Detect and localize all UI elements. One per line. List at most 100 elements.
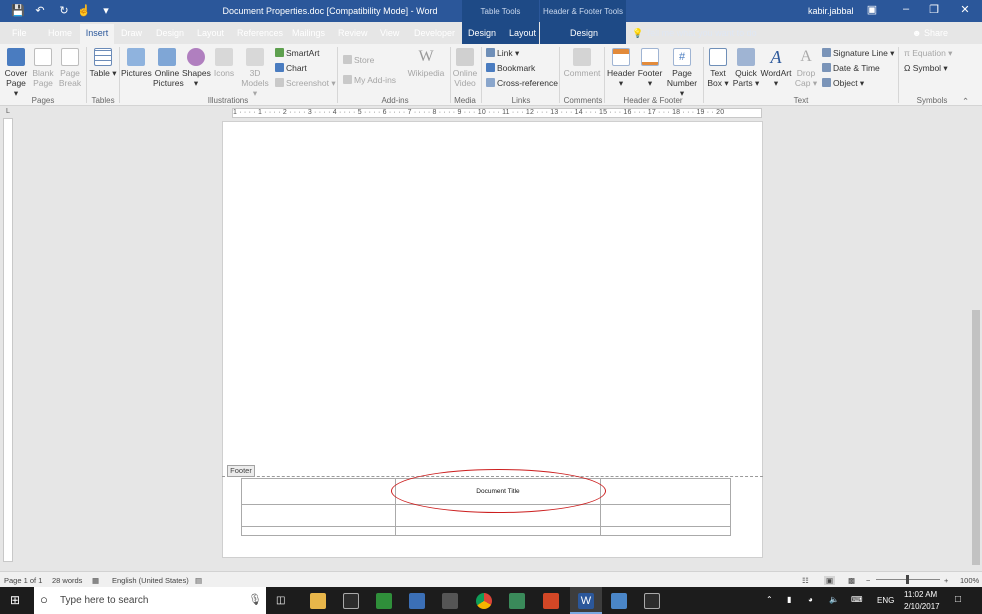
symbol-button[interactable]: Ω Symbol ▾ — [904, 63, 948, 74]
bookmark-button[interactable]: Bookmark — [486, 63, 535, 73]
ribbon-display-options-icon[interactable]: ▣ — [862, 3, 882, 16]
microphone-icon[interactable]: 🎙 — [248, 593, 262, 606]
tab-review[interactable]: Review — [338, 28, 368, 38]
vertical-ruler[interactable] — [3, 118, 13, 562]
notepad-plus-icon[interactable] — [376, 593, 392, 609]
horizontal-ruler[interactable]: 1 · · · · 1 · · · · 2 · · · · 3 · · · · … — [232, 108, 762, 118]
tab-layout[interactable]: Layout — [197, 28, 224, 38]
tab-references[interactable]: References — [237, 28, 283, 38]
scrollbar-thumb[interactable] — [972, 310, 980, 565]
drop-cap-button[interactable]: A Drop Cap ▾ — [793, 48, 819, 88]
tab-home[interactable]: Home — [48, 28, 72, 38]
zoom-in-icon[interactable]: + — [944, 576, 948, 585]
text-box-button[interactable]: Text Box ▾ — [705, 48, 731, 88]
smartart-button[interactable]: SmartArt — [275, 48, 320, 58]
taskbar-search[interactable]: ○ Type here to search 🎙 — [34, 587, 266, 614]
chrome-icon[interactable] — [476, 593, 492, 609]
tab-view[interactable]: View — [380, 28, 399, 38]
macro-icon[interactable]: ▤ — [195, 576, 202, 585]
signature-line-button[interactable]: Signature Line ▾ — [822, 48, 894, 59]
comment-button[interactable]: Comment — [562, 48, 602, 78]
keyboard-icon[interactable]: ⌨ — [851, 595, 863, 604]
pictures-button[interactable]: Pictures — [121, 48, 152, 78]
touch-mode-icon[interactable]: ☝ — [76, 4, 92, 17]
store-button[interactable]: Store — [343, 55, 374, 65]
tab-developer[interactable]: Developer — [414, 28, 455, 38]
zoom-level[interactable]: 100% — [960, 576, 979, 585]
print-layout-icon[interactable]: ▣ — [824, 576, 836, 585]
page-count[interactable]: Page 1 of 1 — [4, 576, 42, 585]
tab-selector[interactable]: L — [3, 108, 13, 118]
my-addins-button[interactable]: My Add-ins — [343, 75, 396, 85]
table-cell[interactable] — [241, 525, 396, 537]
tab-table-design[interactable]: Design — [468, 28, 496, 38]
web-layout-icon[interactable]: ▩ — [848, 576, 855, 585]
tab-design[interactable]: Design — [156, 28, 184, 38]
battery-icon[interactable]: ▮ — [787, 595, 791, 604]
equation-button[interactable]: π Equation ▾ — [904, 48, 952, 59]
chart-button[interactable]: Chart — [275, 63, 307, 73]
page-number-button[interactable]: # Page Number ▾ — [664, 48, 700, 98]
table-cell[interactable] — [600, 504, 731, 527]
shapes-button[interactable]: Shapes ▾ — [182, 48, 211, 88]
tab-mailings[interactable]: Mailings — [292, 28, 325, 38]
tray-overflow-icon[interactable]: ⌃ — [766, 595, 773, 604]
footer-button[interactable]: Footer ▾ — [636, 48, 664, 88]
undo-icon[interactable]: ↶ — [32, 4, 48, 17]
redo-icon[interactable]: ↻ — [56, 4, 72, 17]
table-cell[interactable] — [394, 525, 602, 537]
language[interactable]: English (United States) — [112, 576, 189, 585]
blank-page-button[interactable]: Blank Page — [31, 48, 55, 88]
tell-me-search[interactable]: 💡 Tell me what you want to do — [632, 28, 757, 39]
minimize-icon[interactable]: – — [896, 3, 916, 15]
link-button[interactable]: Link ▾ — [486, 48, 519, 59]
network-app-icon[interactable] — [509, 593, 525, 609]
table-cell[interactable] — [241, 504, 396, 527]
close-icon[interactable]: ✕ — [955, 3, 975, 16]
file-explorer-icon[interactable] — [310, 593, 326, 609]
tab-table-layout[interactable]: Layout — [509, 28, 536, 38]
tab-draw[interactable]: Draw — [121, 28, 142, 38]
tab-file[interactable]: File — [12, 28, 27, 38]
collapse-ribbon-icon[interactable]: ⌃ — [962, 96, 969, 107]
wordart-button[interactable]: A WordArt ▾ — [760, 48, 792, 88]
icons-button[interactable]: Icons — [211, 48, 237, 78]
tab-hf-design[interactable]: Design — [570, 28, 598, 38]
clock-time[interactable]: 11:02 AM — [904, 590, 937, 599]
object-button[interactable]: Object ▾ — [822, 78, 864, 89]
table-button[interactable]: Table ▾ — [89, 48, 117, 78]
table-cell[interactable] — [600, 525, 731, 537]
command-prompt-icon[interactable] — [343, 593, 359, 609]
settings-gear-icon[interactable] — [409, 593, 425, 609]
tab-insert[interactable]: Insert — [80, 24, 114, 44]
powerpoint-icon[interactable] — [543, 593, 559, 609]
zoom-out-icon[interactable]: − — [866, 576, 870, 585]
gear-app-icon[interactable] — [442, 593, 458, 609]
online-video-button[interactable]: Online Video — [452, 48, 478, 88]
cover-page-button[interactable]: Cover Page ▾ — [3, 48, 29, 98]
task-view-icon[interactable]: ◫ — [276, 595, 285, 606]
volume-icon[interactable]: 🔈 — [829, 595, 839, 604]
read-mode-icon[interactable]: ☷ — [802, 576, 809, 585]
word-icon[interactable]: W — [578, 593, 594, 609]
zoom-slider-thumb[interactable] — [906, 575, 909, 584]
date-time-button[interactable]: Date & Time — [822, 63, 880, 73]
customize-qat-icon[interactable]: ▾ — [98, 4, 114, 17]
wikipedia-button[interactable]: W Wikipedia — [405, 48, 447, 78]
action-center-icon[interactable]: □ — [955, 594, 961, 605]
input-language[interactable]: ENG — [877, 596, 894, 605]
3d-models-button[interactable]: 3D Models ▾ — [239, 48, 271, 98]
cross-reference-button[interactable]: Cross-reference — [486, 78, 558, 88]
screenshot-button[interactable]: Screenshot ▾ — [275, 78, 336, 89]
online-pictures-button[interactable]: Online Pictures — [153, 48, 184, 88]
share-button[interactable]: ☻ Share — [912, 28, 948, 38]
save-icon[interactable]: 💾 — [10, 4, 26, 17]
table-cell[interactable] — [600, 477, 731, 506]
word-count[interactable]: 28 words — [52, 576, 82, 585]
clock-date[interactable]: 2/10/2017 — [904, 602, 940, 611]
windows-start-icon[interactable]: ⊞ — [10, 593, 20, 607]
terminal-icon[interactable] — [644, 593, 660, 609]
restore-icon[interactable]: ❐ — [924, 3, 944, 16]
user-name[interactable]: kabir.jabbal — [808, 6, 854, 16]
remote-desktop-icon[interactable] — [611, 593, 627, 609]
